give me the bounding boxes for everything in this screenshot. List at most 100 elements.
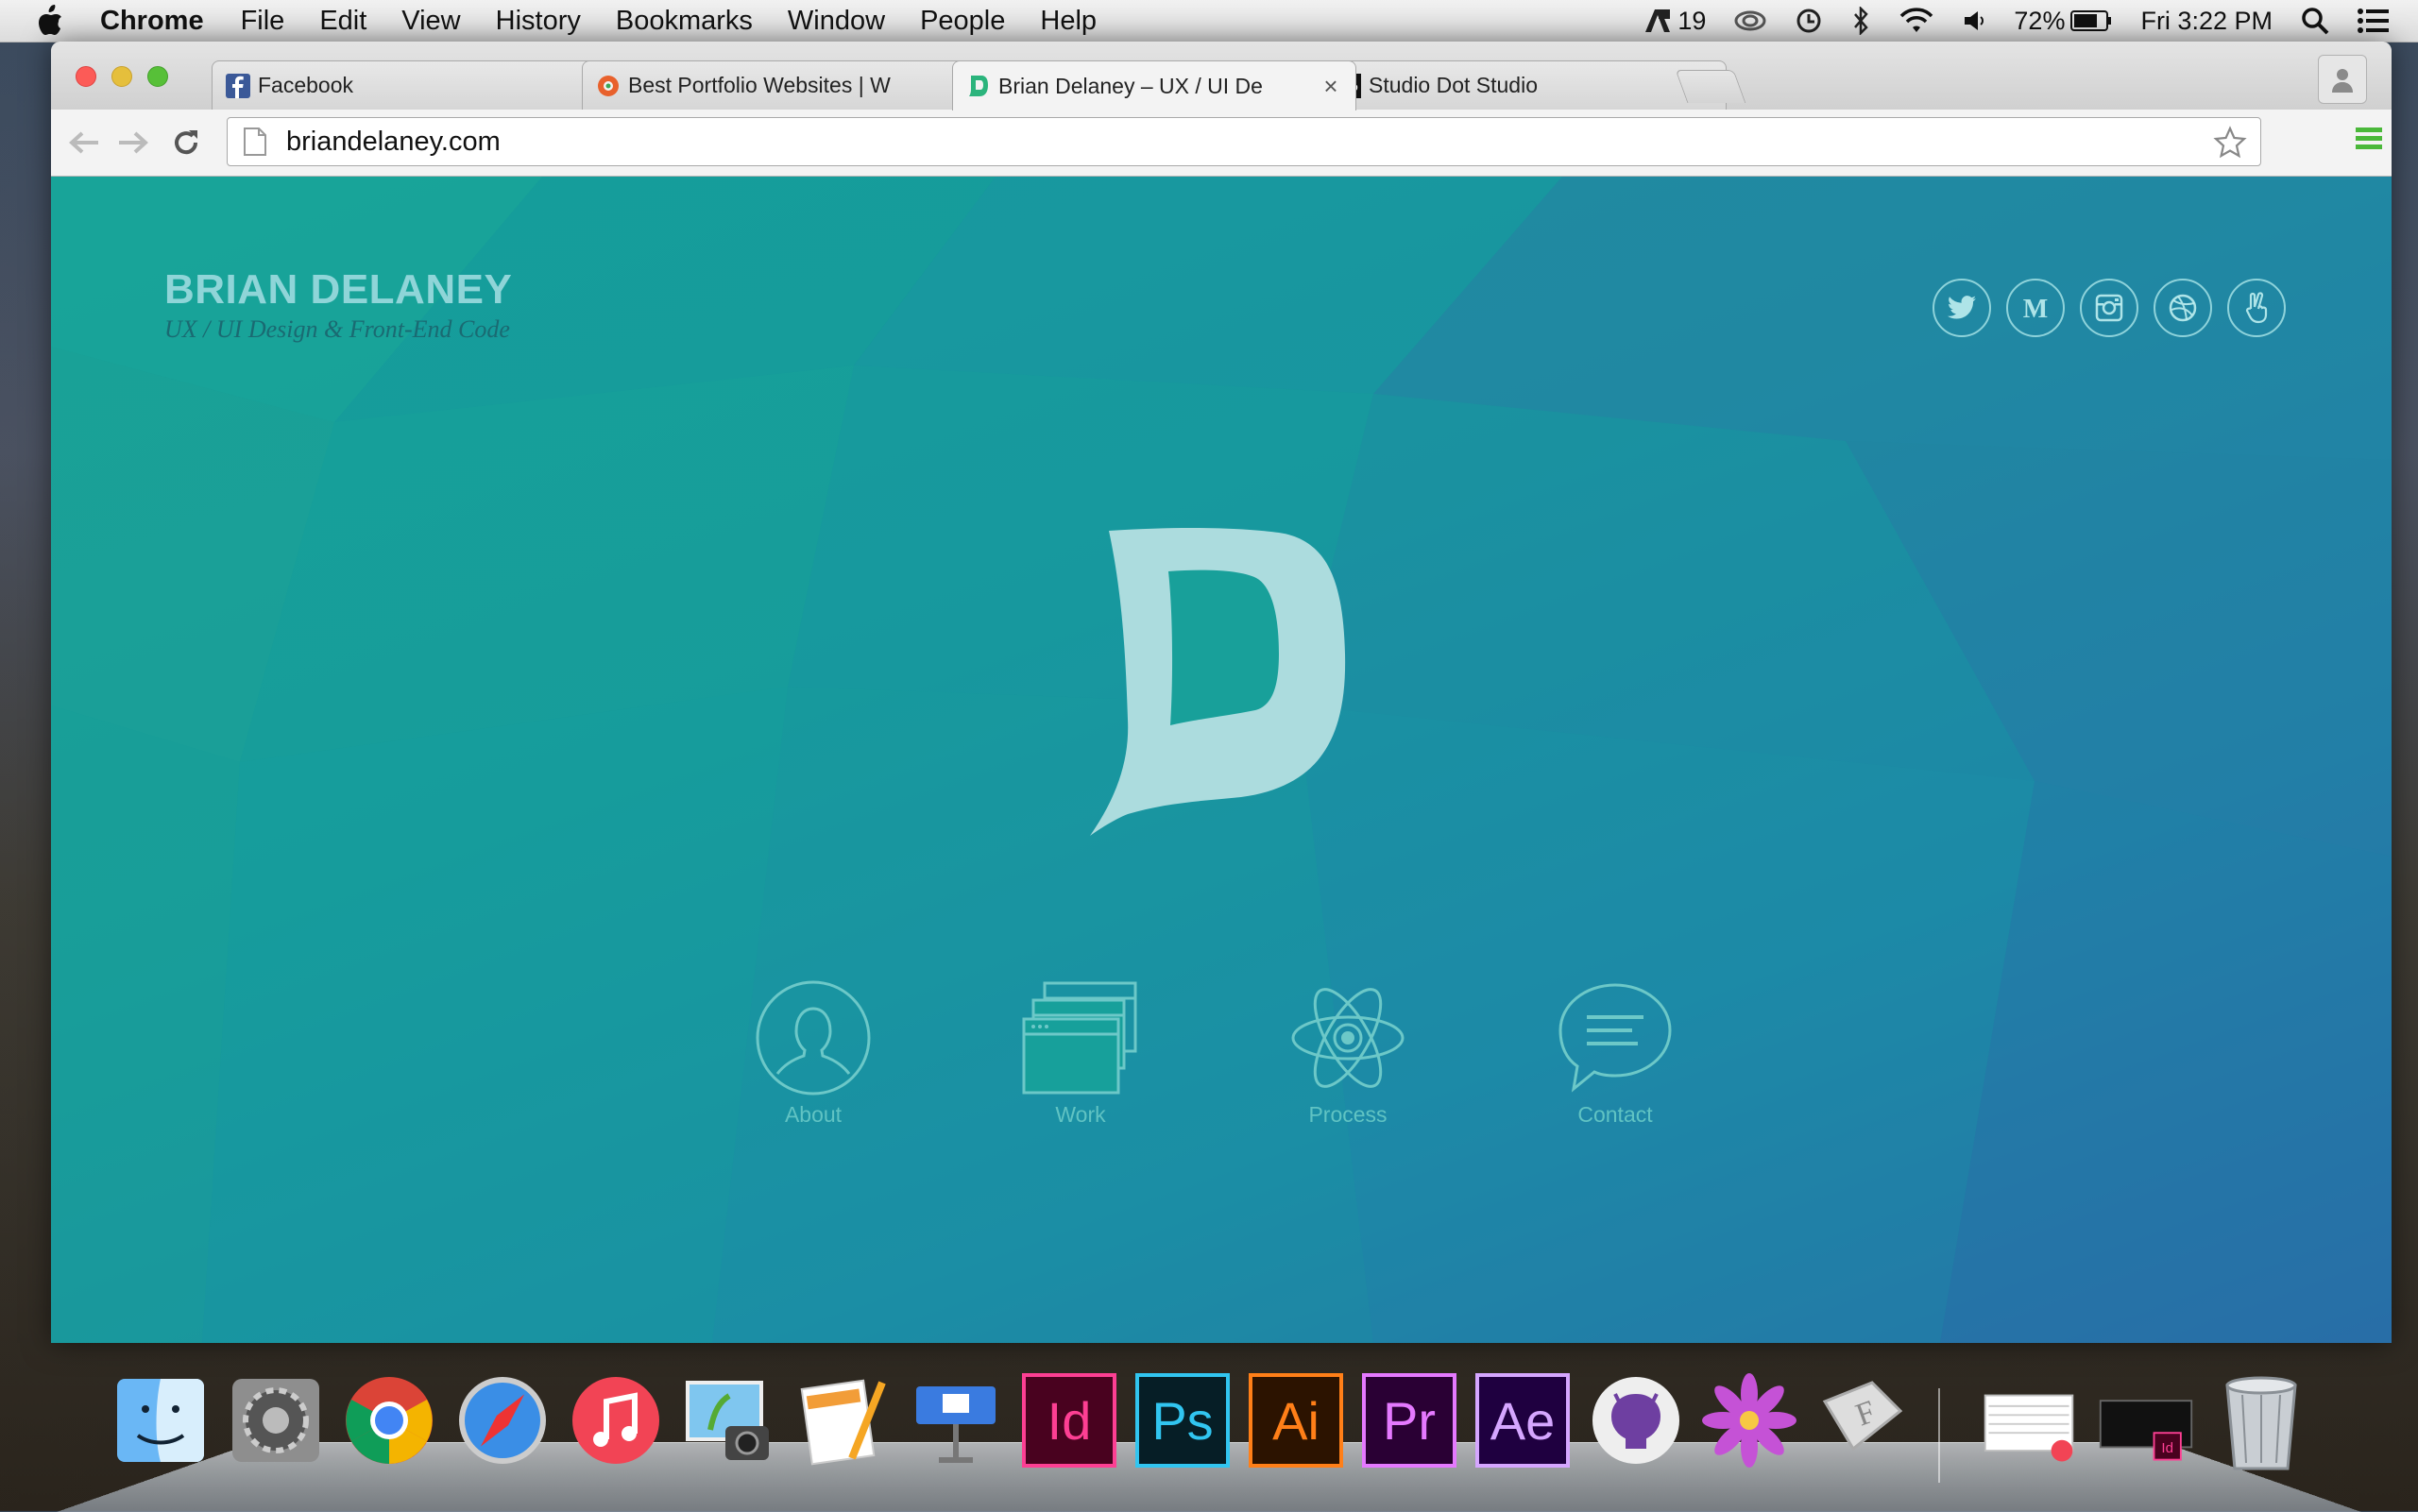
dock-font-book[interactable]: F bbox=[1814, 1371, 1912, 1470]
tab-brian-delaney[interactable]: Brian Delaney – UX / UI De × bbox=[952, 60, 1356, 110]
peace-hand-icon bbox=[2245, 292, 2268, 324]
dock-keynote[interactable] bbox=[907, 1371, 1005, 1470]
dock-flower-app[interactable] bbox=[1700, 1371, 1798, 1470]
battery-status[interactable]: 72% bbox=[2014, 7, 2112, 36]
instagram-link[interactable] bbox=[2080, 279, 2138, 337]
tab-studio-dot-studio[interactable]: info Studio Dot Studio × bbox=[1322, 60, 1727, 110]
dock-trash[interactable] bbox=[2212, 1371, 2310, 1470]
dock-github[interactable] bbox=[1587, 1371, 1685, 1470]
nav-process[interactable]: Process bbox=[1282, 979, 1414, 1128]
dock-system-preferences[interactable] bbox=[227, 1371, 325, 1470]
premiere-icon: Pr bbox=[1362, 1373, 1456, 1468]
creative-cloud-icon[interactable] bbox=[1734, 8, 1766, 33]
nav-label-contact: Contact bbox=[1577, 1102, 1653, 1127]
music-note-icon bbox=[572, 1377, 659, 1464]
trash-icon bbox=[2225, 1376, 2297, 1470]
wifi-icon[interactable] bbox=[1899, 8, 1934, 34]
medium-link[interactable]: M bbox=[2006, 279, 2065, 337]
menu-history[interactable]: History bbox=[496, 6, 581, 37]
menu-help[interactable]: Help bbox=[1040, 6, 1097, 37]
forward-button[interactable] bbox=[115, 125, 151, 161]
menu-app-name[interactable]: Chrome bbox=[100, 6, 204, 37]
dock-iphoto[interactable] bbox=[680, 1371, 778, 1470]
adobe-icon bbox=[1645, 9, 1671, 32]
tab-facebook[interactable]: Facebook × bbox=[212, 60, 616, 110]
dock-desktop-stack[interactable]: Id bbox=[2097, 1371, 2195, 1470]
spotlight-icon[interactable] bbox=[2301, 7, 2329, 35]
tab-title: Brian Delaney – UX / UI De bbox=[998, 73, 1263, 98]
bookmark-star-icon[interactable] bbox=[2213, 126, 2247, 164]
window-controls bbox=[76, 66, 168, 87]
social-links: M bbox=[1933, 279, 2286, 337]
dock-pages[interactable] bbox=[793, 1371, 892, 1470]
menu-bar: Chrome File Edit View History Bookmarks … bbox=[0, 0, 2418, 42]
dock-photoshop[interactable]: Ps bbox=[1133, 1371, 1232, 1470]
chrome-menu-button[interactable] bbox=[2354, 125, 2384, 158]
dock-illustrator[interactable]: Ai bbox=[1247, 1371, 1345, 1470]
clock[interactable]: Fri 3:22 PM bbox=[2140, 7, 2273, 36]
tab-title: Best Portfolio Websites | W bbox=[628, 73, 891, 97]
minimize-window-button[interactable] bbox=[111, 66, 132, 87]
dribbble-link[interactable] bbox=[2154, 279, 2212, 337]
nav-label-work: Work bbox=[1055, 1102, 1106, 1127]
dock-safari[interactable] bbox=[453, 1371, 552, 1470]
reload-button[interactable] bbox=[168, 125, 204, 161]
tab-close-icon[interactable]: × bbox=[1321, 72, 1340, 101]
dock-indesign[interactable]: Id bbox=[1020, 1371, 1118, 1470]
nav-about[interactable]: About bbox=[747, 979, 879, 1128]
menu-people[interactable]: People bbox=[920, 6, 1005, 37]
nav-label-about: About bbox=[784, 1102, 843, 1127]
menu-view[interactable]: View bbox=[401, 6, 460, 37]
dock-downloads-stack[interactable] bbox=[1980, 1371, 2078, 1470]
status-area: 19 72% Fri 3:22 PM bbox=[1643, 0, 2418, 42]
tab-strip: Facebook × Best Portfolio Websites | W ×… bbox=[51, 42, 2392, 110]
close-window-button[interactable] bbox=[76, 66, 96, 87]
svg-text:M: M bbox=[2023, 296, 2048, 320]
back-arrow-icon bbox=[69, 131, 98, 154]
photoshop-icon: Ps bbox=[1135, 1373, 1230, 1468]
battery-percent: 72% bbox=[2014, 6, 2066, 35]
profile-button[interactable] bbox=[2318, 55, 2367, 104]
dribbble-icon bbox=[2169, 294, 2197, 322]
nav-work[interactable]: Work bbox=[1014, 979, 1147, 1128]
nav-contact[interactable]: Contact bbox=[1549, 979, 1681, 1128]
zoom-window-button[interactable] bbox=[147, 66, 168, 87]
time-machine-icon[interactable] bbox=[1795, 7, 1823, 35]
dock-chrome[interactable] bbox=[340, 1371, 438, 1470]
adobe-status[interactable]: 19 bbox=[1643, 7, 1706, 36]
apple-menu-icon[interactable] bbox=[36, 5, 72, 37]
volume-icon[interactable] bbox=[1963, 8, 1985, 33]
b-logo bbox=[1090, 527, 1346, 836]
notification-center-icon[interactable] bbox=[2358, 8, 2390, 34]
octocat-icon bbox=[1592, 1377, 1679, 1464]
twitter-link[interactable] bbox=[1933, 279, 1991, 337]
flower-icon bbox=[1702, 1373, 1796, 1468]
menu-file[interactable]: File bbox=[241, 6, 285, 37]
person-icon bbox=[756, 980, 871, 1096]
site-branding[interactable]: BRIAN DELANEY UX / UI Design & Front-End… bbox=[164, 266, 512, 344]
b-logo-icon bbox=[966, 74, 991, 98]
forward-arrow-icon bbox=[119, 131, 148, 154]
tab-best-portfolio[interactable]: Best Portfolio Websites | W × bbox=[582, 60, 986, 110]
menu-edit[interactable]: Edit bbox=[319, 6, 366, 37]
menu-window[interactable]: Window bbox=[788, 6, 885, 37]
medium-icon: M bbox=[2023, 296, 2048, 320]
indesign-icon: Id bbox=[1022, 1373, 1116, 1468]
menu-bookmarks[interactable]: Bookmarks bbox=[616, 6, 753, 37]
address-bar[interactable]: briandelaney.com bbox=[227, 117, 2261, 166]
bluetooth-icon[interactable] bbox=[1851, 7, 1870, 35]
dock-premiere[interactable]: Pr bbox=[1360, 1371, 1458, 1470]
finder-icon bbox=[117, 1379, 204, 1462]
new-tab-button[interactable] bbox=[1675, 70, 1746, 103]
dock-finder[interactable] bbox=[111, 1371, 210, 1470]
back-button[interactable] bbox=[66, 125, 102, 161]
adobe-update-count: 19 bbox=[1677, 6, 1707, 35]
dock-itunes[interactable] bbox=[567, 1371, 665, 1470]
photo-icon bbox=[686, 1381, 769, 1460]
peace-link[interactable] bbox=[2227, 279, 2286, 337]
dock-after-effects[interactable]: Ae bbox=[1473, 1371, 1572, 1470]
person-icon bbox=[2332, 69, 2353, 93]
svg-text:Id: Id bbox=[2161, 1440, 2173, 1456]
tab-title: Facebook bbox=[258, 73, 354, 97]
facebook-icon bbox=[226, 73, 250, 98]
